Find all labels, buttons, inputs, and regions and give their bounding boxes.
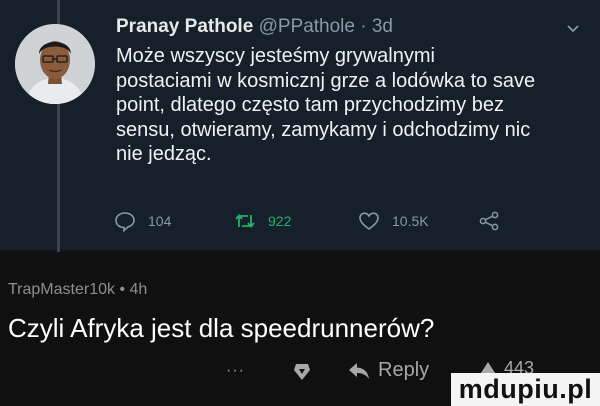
heart-icon	[359, 212, 379, 231]
reply-icon	[349, 362, 369, 379]
tweet-age: 3d	[371, 16, 393, 37]
tweet-actions: 104 922 10.5K	[0, 210, 600, 240]
tweet-header: Pranay Pathole @PPathole · 3d	[116, 16, 393, 38]
reply-label: Reply	[378, 359, 430, 381]
chevron-down-icon[interactable]	[566, 22, 580, 36]
comment-age: 4h	[129, 281, 148, 298]
retweet-action[interactable]: 922	[234, 210, 291, 232]
embedded-tweet: Pranay Pathole @PPathole · 3d Może wszys…	[0, 0, 600, 252]
reply-count: 104	[148, 213, 172, 229]
author-handle[interactable]: @PPathole	[259, 16, 355, 37]
share-action[interactable]	[478, 210, 500, 232]
comment-meta: TrapMaster10k • 4h	[8, 281, 147, 299]
avatar[interactable]	[15, 24, 95, 104]
reply-action[interactable]: 104	[114, 210, 171, 232]
retweet-count: 922	[268, 213, 292, 229]
author-name[interactable]: Pranay Pathole	[116, 16, 253, 37]
reply-button[interactable]: Reply	[348, 359, 429, 382]
more-options-button[interactable]: ···	[226, 362, 245, 380]
award-icon[interactable]	[292, 362, 312, 382]
like-count: 10.5K	[392, 213, 429, 229]
separator: •	[115, 281, 130, 298]
comment-text: Czyli Afryka jest dla speedrunnerów?	[8, 313, 435, 343]
separator: ·	[354, 16, 372, 37]
like-action[interactable]: 10.5K	[358, 210, 429, 232]
tweet-text: Może wszyscy jesteśmy grywalnymi postaci…	[116, 45, 536, 165]
retweet-icon	[235, 214, 255, 228]
watermark: mdupiu.pl	[451, 373, 600, 406]
comment-author[interactable]: TrapMaster10k	[8, 281, 115, 298]
share-icon	[479, 211, 499, 231]
comment-icon	[115, 212, 135, 232]
